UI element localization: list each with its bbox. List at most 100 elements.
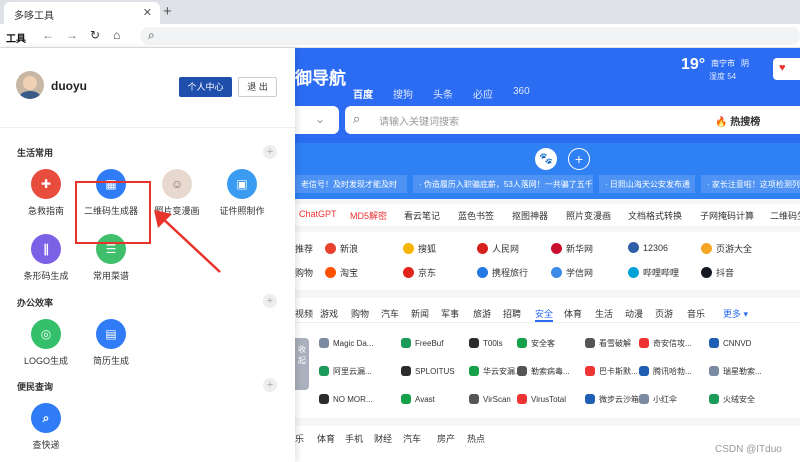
tool-logo[interactable]: ◎ LOGO生成 [12, 319, 80, 367]
security-site-link[interactable]: 微步云沙箱 [585, 394, 639, 405]
home-icon[interactable]: ⌂ [113, 28, 120, 42]
tool-first-aid[interactable]: ✚ 急救指南 [12, 169, 80, 217]
news-item[interactable]: · 家长注意啦！这项检测列入 [701, 175, 800, 193]
add-icon[interactable]: + [263, 145, 277, 159]
tool-link[interactable]: 抠图神器 [512, 209, 548, 222]
site-link[interactable]: 12306 [628, 242, 668, 253]
category-tab[interactable]: 页游 [655, 307, 673, 320]
security-site-link[interactable]: 火绒安全 [709, 394, 755, 405]
add-icon[interactable]: + [568, 148, 590, 170]
security-site-link[interactable]: 看雪破解 [585, 338, 631, 349]
security-site-link[interactable]: 巴卡斯默... [585, 366, 638, 377]
category-tab[interactable]: 购物 [351, 307, 369, 320]
category-tab[interactable]: 新闻 [411, 307, 429, 320]
security-site-link[interactable]: 华云安漏... [469, 366, 522, 377]
search-tab-toutiao[interactable]: 头条 [433, 86, 453, 101]
category-tab[interactable]: 汽车 [381, 307, 399, 320]
category-tab[interactable]: 更多 ▾ [723, 307, 748, 320]
bottom-link[interactable]: 房产 [437, 432, 455, 445]
search-tab-360[interactable]: 360 [513, 86, 530, 97]
bottom-link[interactable]: 汽车 [403, 432, 421, 445]
category-tab[interactable]: 动漫 [625, 307, 643, 320]
browser-tab[interactable]: 多哆工具 ✕ [4, 2, 160, 24]
forward-icon[interactable]: → [66, 28, 78, 42]
security-site-link[interactable]: NO MOR... [319, 394, 373, 404]
tool-link[interactable]: 子网掩码计算 [700, 209, 754, 222]
tool-link[interactable]: 文档格式转换 [628, 209, 682, 222]
close-icon[interactable]: ✕ [143, 6, 152, 19]
tool-link[interactable]: 看云笔记 [404, 209, 440, 222]
app-label[interactable]: 工具 [6, 30, 26, 45]
security-site-link[interactable]: 阿里云漏... [319, 366, 372, 377]
news-item[interactable]: · 日照山海天公安发布通 [599, 175, 695, 193]
security-site-link[interactable]: SPLOITUS [401, 366, 455, 376]
add-icon[interactable]: + [263, 378, 277, 392]
reload-icon[interactable]: ↻ [90, 28, 100, 42]
category-tab[interactable]: 安全 [535, 307, 554, 322]
site-link[interactable]: 购物 [295, 266, 313, 279]
back-icon[interactable]: ← [42, 28, 54, 42]
site-link[interactable]: 抖音 [701, 266, 734, 279]
security-site-link[interactable]: 瑞星勒索... [709, 366, 762, 377]
search-tab-baidu[interactable]: 百度 [353, 86, 373, 101]
site-link[interactable]: 推荐 [295, 242, 313, 255]
category-tab[interactable]: 体育 [564, 307, 582, 320]
category-tab[interactable]: 视频 [295, 307, 313, 320]
avatar[interactable] [16, 71, 44, 99]
security-site-link[interactable]: FreeBuf [401, 338, 443, 348]
security-site-link[interactable]: T00ls [469, 338, 503, 348]
category-tab[interactable]: 旅游 [473, 307, 491, 320]
site-link[interactable]: 人民网 [477, 242, 519, 255]
site-link[interactable]: 哔哩哔哩 [628, 266, 679, 279]
search-tab-sogou[interactable]: 搜狗 [393, 86, 413, 101]
site-link[interactable]: 淘宝 [325, 266, 358, 279]
site-link[interactable]: 搜狐 [403, 242, 436, 255]
security-site-link[interactable]: Magic Da... [319, 338, 373, 348]
category-tab[interactable]: 音乐 [687, 307, 705, 320]
paw-icon[interactable]: 🐾 [535, 148, 557, 170]
security-site-link[interactable]: Avast [401, 394, 435, 404]
add-icon[interactable]: + [263, 294, 277, 308]
logout-button[interactable]: 退 出 [238, 77, 277, 97]
bottom-link[interactable]: 财经 [374, 432, 392, 445]
new-tab-icon[interactable]: + [163, 3, 172, 20]
hot-list-button[interactable]: 🔥 热搜榜 [715, 113, 760, 128]
search-input[interactable]: ⌕ 请输入关键词搜索 🔥 热搜榜 [345, 106, 800, 134]
site-link[interactable]: 新浪 [325, 242, 358, 255]
security-site-link[interactable]: 安全客 [517, 338, 555, 349]
site-link[interactable]: 新华网 [551, 242, 593, 255]
security-site-link[interactable]: 腾讯哈勃... [639, 366, 692, 377]
security-site-link[interactable]: VirusTotal [517, 394, 566, 404]
heart-icon[interactable]: ♥ [773, 58, 800, 80]
category-tab[interactable]: 招聘 [503, 307, 521, 320]
search-tab-bing[interactable]: 必应 [473, 86, 493, 101]
security-site-link[interactable]: CNNVD [709, 338, 751, 348]
bottom-link[interactable]: 手机 [345, 432, 363, 445]
news-item[interactable]: · 伪造履历入职骗底薪，53人落网！一共骗了五千 [413, 175, 593, 193]
personal-center-button[interactable]: 个人中心 [179, 77, 232, 97]
tool-express[interactable]: ⌕ 查快递 [12, 403, 80, 451]
tool-link[interactable]: ChatGPT [299, 209, 337, 219]
collapse-button[interactable]: 收起 [295, 338, 309, 390]
site-link[interactable]: 学信网 [551, 266, 593, 279]
bottom-link[interactable]: 乐 [295, 432, 304, 445]
tool-link[interactable]: MD5解密 [350, 209, 387, 222]
site-link[interactable]: 京东 [403, 266, 436, 279]
tool-barcode[interactable]: ∥ 条形码生成 [12, 234, 80, 282]
site-link[interactable]: 页游大全 [701, 242, 752, 255]
security-site-link[interactable]: 勒索病毒... [517, 366, 570, 377]
security-site-link[interactable]: 小红伞 [639, 394, 677, 405]
address-bar[interactable]: ⌕ [140, 27, 800, 45]
tool-link[interactable]: 蓝色书签 [458, 209, 494, 222]
security-site-link[interactable]: VirScan [469, 394, 511, 404]
news-item[interactable]: 老信号！及时发现才能及时 [295, 175, 407, 193]
security-site-link[interactable]: 奇安信攻... [639, 338, 692, 349]
chevron-down-icon[interactable]: ⌄ [295, 106, 339, 134]
bottom-link[interactable]: 热点 [467, 432, 485, 445]
tool-link[interactable]: 二维码生 [770, 209, 800, 222]
tool-link[interactable]: 照片变漫画 [566, 209, 611, 222]
category-tab[interactable]: 生活 [595, 307, 613, 320]
category-tab[interactable]: 游戏 [320, 307, 338, 320]
category-tab[interactable]: 军事 [441, 307, 459, 320]
bottom-link[interactable]: 体育 [317, 432, 335, 445]
